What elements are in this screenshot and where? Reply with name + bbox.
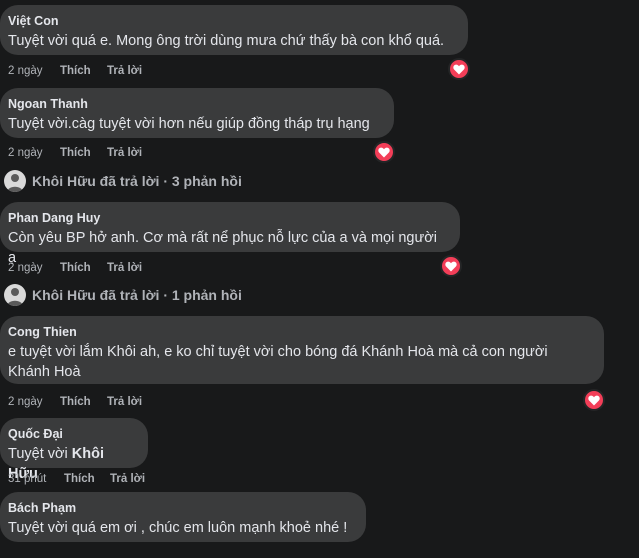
heart-icon[interactable]	[440, 255, 462, 277]
comment-text: e tuyệt vời lắm Khôi ah, e ko chỉ tuyệt …	[8, 342, 592, 382]
comment-author[interactable]: Việt Con	[8, 13, 456, 29]
comment-text-line: e tuyệt vời lắm Khôi ah, e ko chỉ tuyệt …	[8, 344, 548, 360]
reply-button[interactable]: Trả lời	[107, 395, 142, 409]
comment-bubble: Cong Thien e tuyệt vời lắm Khôi ah, e ko…	[0, 316, 604, 384]
comment-author[interactable]: Cong Thien	[8, 324, 592, 340]
avatar	[4, 284, 26, 306]
reply-button[interactable]: Trả lời	[107, 261, 142, 275]
like-button[interactable]: Thích	[60, 261, 91, 275]
comment-text-line: Khánh Hoà	[8, 364, 81, 380]
comment-author[interactable]: Bách Phạm	[8, 500, 354, 516]
heart-icon[interactable]	[583, 389, 605, 411]
view-replies-link[interactable]: Khôi Hữu đã trả lời · 3 phản hồi	[4, 169, 242, 193]
comment-time[interactable]: 2 ngày	[8, 261, 43, 275]
reply-button[interactable]: Trả lời	[107, 146, 142, 160]
comment-bubble: Phan Dang Huy Còn yêu BP hở anh. Cơ mà r…	[0, 202, 460, 266]
reply-summary-text[interactable]: Khôi Hữu đã trả lời · 3 phản hồi	[32, 173, 242, 189]
comment-text: Tuyệt vời.càg tuyệt vời hơn nếu giúp đồn…	[8, 116, 370, 132]
comment-text: Tuyệt vời quá e. Mong ông trời dùng mưa …	[8, 33, 445, 49]
comment-bubble: Quốc Đại Tuyệt vời Khôi Hữu	[0, 418, 148, 482]
comment-author[interactable]: Ngoan Thanh	[8, 96, 382, 112]
reply-button[interactable]: Trả lời	[110, 472, 145, 486]
heart-icon[interactable]	[373, 141, 395, 163]
comment-time[interactable]: 2 ngày	[8, 395, 43, 409]
comment-bubble: Bách Phạm Tuyệt vời quá em ơi , chúc em …	[0, 492, 366, 542]
like-button[interactable]: Thích	[60, 64, 91, 78]
comment-time[interactable]: 31 phút	[8, 472, 46, 486]
like-button[interactable]: Thích	[60, 395, 91, 409]
avatar	[4, 170, 26, 192]
reply-summary-text[interactable]: Khôi Hữu đã trả lời · 1 phản hồi	[32, 287, 242, 303]
comment-text-prefix: Tuyệt vời	[8, 446, 72, 462]
comment-author[interactable]: Phan Dang Huy	[8, 210, 448, 226]
like-button[interactable]: Thích	[64, 472, 95, 486]
comment-time[interactable]: 2 ngày	[8, 146, 43, 160]
heart-icon[interactable]	[448, 58, 470, 80]
comment-author[interactable]: Quốc Đại	[8, 426, 136, 442]
like-button[interactable]: Thích	[60, 146, 91, 160]
comment-time[interactable]: 2 ngày	[8, 64, 43, 78]
comment-bubble: Ngoan Thanh Tuyệt vời.càg tuyệt vời hơn …	[0, 88, 394, 138]
reply-button[interactable]: Trả lời	[107, 64, 142, 78]
comment-text: Tuyệt vời quá em ơi , chúc em luôn mạnh …	[8, 520, 348, 536]
comment-bubble: Việt Con Tuyệt vời quá e. Mong ông trời …	[0, 5, 468, 55]
view-replies-link[interactable]: Khôi Hữu đã trả lời · 1 phản hồi	[4, 283, 242, 307]
